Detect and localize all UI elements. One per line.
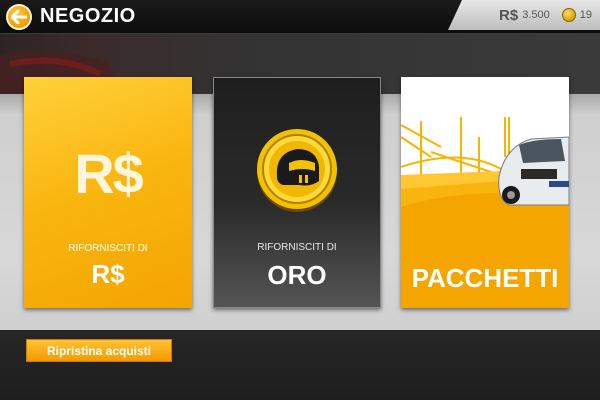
- refill-gold-card[interactable]: RIFORNISCITI DI ORO: [213, 77, 381, 308]
- helmet-coin-icon: [257, 129, 337, 212]
- currency-panel: R$ 3.500 19: [448, 0, 600, 30]
- rs-currency-label: R$: [499, 6, 519, 24]
- packs-title: PACCHETTI: [411, 263, 559, 293]
- refill-gold-title: ORO: [267, 260, 327, 290]
- gold-coin-icon: [561, 8, 576, 22]
- rs-balance: 3.500: [522, 9, 550, 21]
- refill-gold-subtitle: RIFORNISCITI DI: [257, 242, 337, 253]
- rs-icon: R$: [74, 142, 144, 205]
- restore-purchases-button[interactable]: Ripristina acquisti: [26, 339, 172, 362]
- arrow-left-icon: [11, 10, 27, 24]
- packs-card[interactable]: PACCHETTI: [401, 77, 569, 308]
- refill-rs-card[interactable]: R$ RIFORNISCITI DI R$: [24, 77, 192, 308]
- refill-rs-subtitle: RIFORNISCITI DI: [68, 243, 148, 254]
- refill-rs-title: R$: [91, 259, 125, 289]
- page-title: NEGOZIO: [40, 5, 136, 27]
- back-button[interactable]: [6, 4, 32, 30]
- top-bar: NEGOZIO R$ 3.500 19: [0, 0, 600, 34]
- gold-balance: 19: [579, 9, 592, 21]
